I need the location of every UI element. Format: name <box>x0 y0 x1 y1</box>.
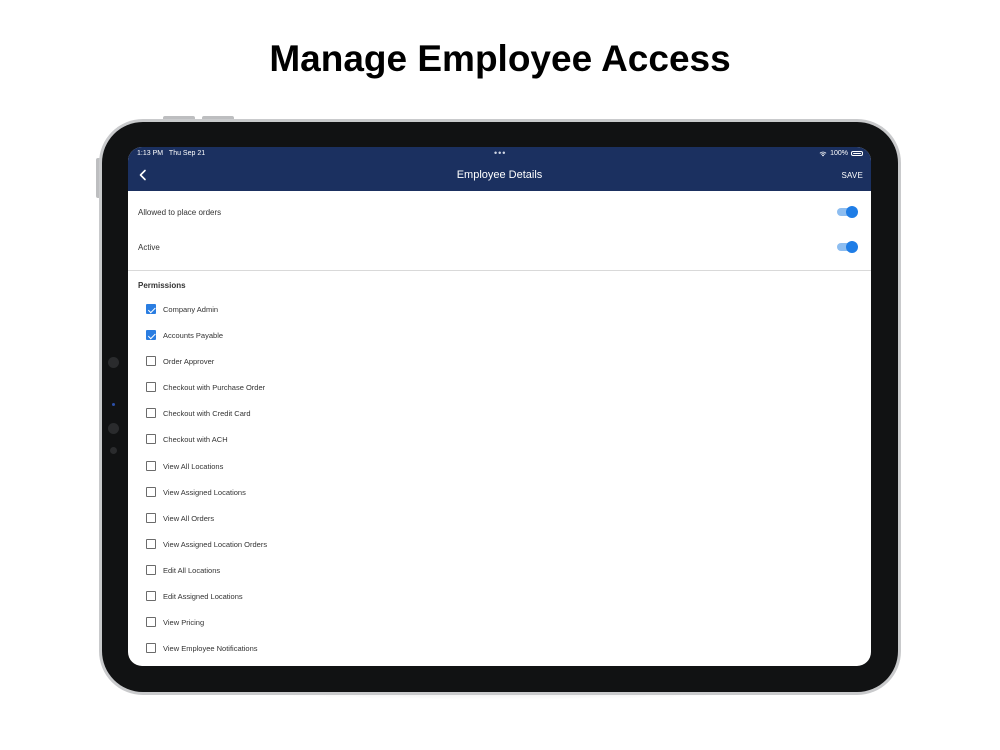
checkbox[interactable] <box>146 434 156 444</box>
checkbox[interactable] <box>146 565 156 575</box>
permission-item-view-all-locations[interactable]: View All Locations <box>128 456 871 478</box>
permission-item-view-pricing[interactable]: View Pricing <box>128 612 871 634</box>
checkbox[interactable] <box>146 408 156 418</box>
permission-item-view-employee-notifications[interactable]: View Employee Notifications <box>128 638 871 660</box>
section-divider <box>128 270 871 271</box>
checkbox[interactable] <box>146 643 156 653</box>
permission-item-checkout-credit-card[interactable]: Checkout with Credit Card <box>128 403 871 425</box>
permission-label: View Assigned Locations <box>163 488 246 497</box>
permission-label: View Pricing <box>163 618 205 627</box>
status-time: 1:13 PM Thu Sep 21 <box>137 150 206 157</box>
allowed-to-place-orders-toggle[interactable] <box>837 206 858 218</box>
permission-item-checkout-purchase-order[interactable]: Checkout with Purchase Order <box>128 377 871 399</box>
permission-item-company-admin[interactable]: Company Admin <box>128 299 871 321</box>
setting-label: Allowed to place orders <box>138 208 222 217</box>
battery-icon <box>851 151 863 156</box>
status-date: Thu Sep 21 <box>168 150 206 157</box>
checkbox-checked[interactable] <box>146 304 156 314</box>
active-toggle[interactable] <box>837 241 858 253</box>
sensor-icon <box>110 447 117 454</box>
checkbox[interactable] <box>146 487 156 497</box>
permission-label: Order Approver <box>163 357 215 366</box>
permission-label: Edit Assigned Locations <box>163 592 243 601</box>
permission-label: View Employee Notifications <box>163 644 258 653</box>
wifi-icon <box>819 151 827 156</box>
permission-item-view-all-orders[interactable]: View All Orders <box>128 508 871 530</box>
sensor-icon <box>108 357 119 368</box>
permission-label: View Assigned Location Orders <box>163 540 268 549</box>
checkbox[interactable] <box>146 513 156 523</box>
setting-label: Active <box>138 243 160 252</box>
permission-label: Checkout with Purchase Order <box>163 383 266 392</box>
permission-label: View All Orders <box>163 514 215 523</box>
permission-item-checkout-ach[interactable]: Checkout with ACH <box>128 429 871 451</box>
permission-item-edit-all-locations[interactable]: Edit All Locations <box>128 560 871 582</box>
battery-percent: 100% <box>830 150 848 157</box>
camera-icon <box>108 423 119 434</box>
indicator-dot <box>112 403 115 406</box>
permission-label: Accounts Payable <box>163 331 224 340</box>
permission-label: Company Admin <box>163 305 219 314</box>
marketing-headline: Manage Employee Access <box>269 38 731 79</box>
checkbox[interactable] <box>146 461 156 471</box>
permission-label: Checkout with Credit Card <box>163 409 251 418</box>
permission-item-view-assigned-locations[interactable]: View Assigned Locations <box>128 482 871 504</box>
checkbox[interactable] <box>146 382 156 392</box>
setting-row-active: Active <box>128 231 871 265</box>
permission-label: Checkout with ACH <box>163 435 228 444</box>
permission-item-edit-assigned-locations[interactable]: Edit Assigned Locations <box>128 586 871 608</box>
toggle-knob <box>846 206 858 218</box>
permission-item-order-approver[interactable]: Order Approver <box>128 351 871 373</box>
app-screen: 1:13 PM Thu Sep 21 ••• 100% Employee Det… <box>128 147 871 666</box>
permissions-heading: Permissions <box>138 281 186 290</box>
setting-row-allowed-to-place-orders: Allowed to place orders <box>128 196 871 230</box>
checkbox-checked[interactable] <box>146 330 156 340</box>
checkbox[interactable] <box>146 539 156 549</box>
multitasking-dots-icon[interactable]: ••• <box>494 148 506 158</box>
permission-item-view-assigned-location-orders[interactable]: View Assigned Location Orders <box>128 534 871 556</box>
status-indicators: 100% <box>819 150 863 157</box>
save-button[interactable]: SAVE <box>841 171 863 180</box>
permission-label: View All Locations <box>163 462 224 471</box>
navigation-bar: 1:13 PM Thu Sep 21 ••• 100% Employee Det… <box>128 147 871 191</box>
checkbox[interactable] <box>146 356 156 366</box>
checkbox[interactable] <box>146 591 156 601</box>
page-title: Employee Details <box>456 169 543 181</box>
permission-label: Edit All Locations <box>163 566 221 575</box>
checkbox[interactable] <box>146 617 156 627</box>
toggle-knob <box>846 241 858 253</box>
permission-item-accounts-payable[interactable]: Accounts Payable <box>128 325 871 347</box>
